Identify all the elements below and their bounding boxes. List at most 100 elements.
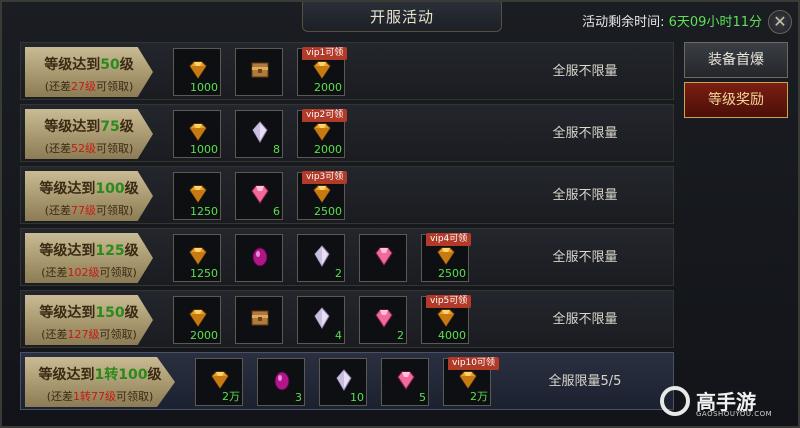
level-badge: 等级达到150级 (还差127级可领取) [25,295,153,345]
item-count: 2500 [314,205,342,218]
reward-item-slot[interactable]: 1000 [173,48,221,96]
level-requirement: 等级达到75级 [25,116,153,136]
reward-row: 等级达到150级 (还差127级可领取) 2000 4 2 4000 vip5可领 全服不限量 [20,290,674,348]
item-count: 4 [335,329,342,342]
gold-gem-icon [434,244,458,268]
server-limit: 全服不限量 [552,250,618,265]
level-gap-number: 1转77级 [73,390,116,403]
level-gap-hint: (还差52级可领取) [25,140,153,156]
level-gap-number: 127级 [67,328,100,341]
level-requirement-suffix: 级 [124,305,139,321]
reward-item-slot[interactable] [235,296,283,344]
reward-item-slot[interactable]: 4000 vip5可领 [421,295,472,344]
purple-egg-icon [270,368,294,392]
tab-equipment-first-drop[interactable]: 装备首爆 [684,42,788,78]
white-crystal-icon [248,120,272,144]
server-limit: 全服不限量 [552,312,618,327]
level-gap-prefix: (还差 [41,328,68,341]
reward-item-slot[interactable] [235,48,283,96]
level-number: 75 [100,119,120,135]
level-gap-prefix: (还差 [41,266,68,279]
pink-gem-icon [394,368,418,392]
server-limit: 全服不限量 [552,188,618,203]
server-limit: 全服限量5/5 [548,374,622,389]
item-count: 1000 [190,143,218,156]
level-gap-suffix: 可领取) [96,80,134,93]
reward-item-slot[interactable]: 2500 vip4可领 [421,233,472,282]
reward-item-slot[interactable]: 3 [257,358,305,406]
reward-item-slot[interactable]: 5 [381,358,429,406]
gold-gem-icon [310,58,334,82]
level-gap-prefix: (还差 [44,204,71,217]
vip-badge: vip2可领 [302,109,348,122]
item-count: 1000 [190,81,218,94]
item-count: 10 [350,391,364,404]
level-gap-number: 27级 [71,80,96,93]
level-requirement-prefix: 等级达到 [39,243,96,259]
level-badge: 等级达到100级 (还差77级可领取) [25,171,153,221]
gold-gem-icon [186,306,210,330]
item-count: 2万 [222,390,240,403]
reward-item-slot[interactable]: 2000 vip1可领 [297,47,348,96]
item-count: 5 [419,391,426,404]
level-badge: 等级达到75级 (还差52级可领取) [25,109,153,159]
reward-item-slot[interactable]: 4 [297,296,345,344]
gold-gem-icon [186,120,210,144]
reward-item-slot[interactable]: 2万 [195,358,243,406]
reward-item-slot[interactable] [235,234,283,282]
item-count: 1250 [190,205,218,218]
gold-gem-icon [310,182,334,206]
vip-badge: vip5可领 [426,295,472,308]
reward-item-slot[interactable]: 2000 [173,296,221,344]
level-gap-suffix: 可领取) [116,390,154,403]
level-gap-suffix: 可领取) [96,142,134,155]
item-count: 2000 [190,329,218,342]
white-crystal-icon [332,368,356,392]
level-requirement-prefix: 等级达到 [44,119,101,135]
reward-item-slot[interactable]: 8 [235,110,283,158]
item-count: 4000 [438,329,466,342]
gold-gem-icon [434,306,458,330]
level-requirement-prefix: 等级达到 [38,367,95,383]
reward-item-slot[interactable]: 2 [359,296,407,344]
level-requirement-prefix: 等级达到 [39,181,96,197]
level-gap-number: 102级 [67,266,100,279]
level-number: 125 [95,243,125,259]
item-count: 3 [295,391,302,404]
level-gap-prefix: (还差 [44,80,71,93]
reward-item-slot[interactable]: 1000 [173,110,221,158]
vip-badge: vip3可领 [302,171,348,184]
item-count: 2000 [314,143,342,156]
server-limit: 全服不限量 [552,126,618,141]
item-count: 1250 [190,267,218,280]
reward-item-slot[interactable]: 6 [235,172,283,220]
level-gap-prefix: (还差 [44,142,71,155]
level-gap-hint: (还差127级可领取) [25,326,153,342]
reward-item-slot[interactable]: 2500 vip3可领 [297,171,348,220]
gold-gem-icon [186,182,210,206]
level-requirement: 等级达到1转100级 [25,364,175,384]
pink-gem-icon [372,306,396,330]
purple-egg-icon [248,244,272,268]
reward-item-slot[interactable]: 10 [319,358,367,406]
pink-gem-icon [372,244,396,268]
item-count: 2万 [470,390,488,403]
level-requirement: 等级达到150级 [25,302,153,322]
reward-item-slot[interactable]: 1250 [173,172,221,220]
reward-item-slot[interactable]: 2000 vip2可领 [297,109,348,158]
reward-item-slot[interactable] [359,234,407,282]
level-requirement-suffix: 级 [119,57,134,73]
reward-item-slot[interactable]: 2万 vip10可领 [443,357,499,406]
reward-item-slot[interactable]: 2 [297,234,345,282]
white-crystal-icon [310,244,334,268]
pink-gem-icon [248,182,272,206]
level-gap-hint: (还差27级可领取) [25,78,153,94]
level-requirement-suffix: 级 [119,119,134,135]
reward-item-slot[interactable]: 1250 [173,234,221,282]
tab-level-reward[interactable]: 等级奖励 [684,82,788,118]
reward-row: 等级达到1转100级 (还差1转77级可领取) 2万 3 10 5 2万 vip10可领 全服限… [20,352,674,410]
close-icon[interactable]: ✕ [768,10,792,34]
timer: 活动剩余时间: 6天09小时11分 [582,11,762,30]
level-gap-number: 52级 [71,142,96,155]
window-title: 开服活动 [302,2,502,32]
